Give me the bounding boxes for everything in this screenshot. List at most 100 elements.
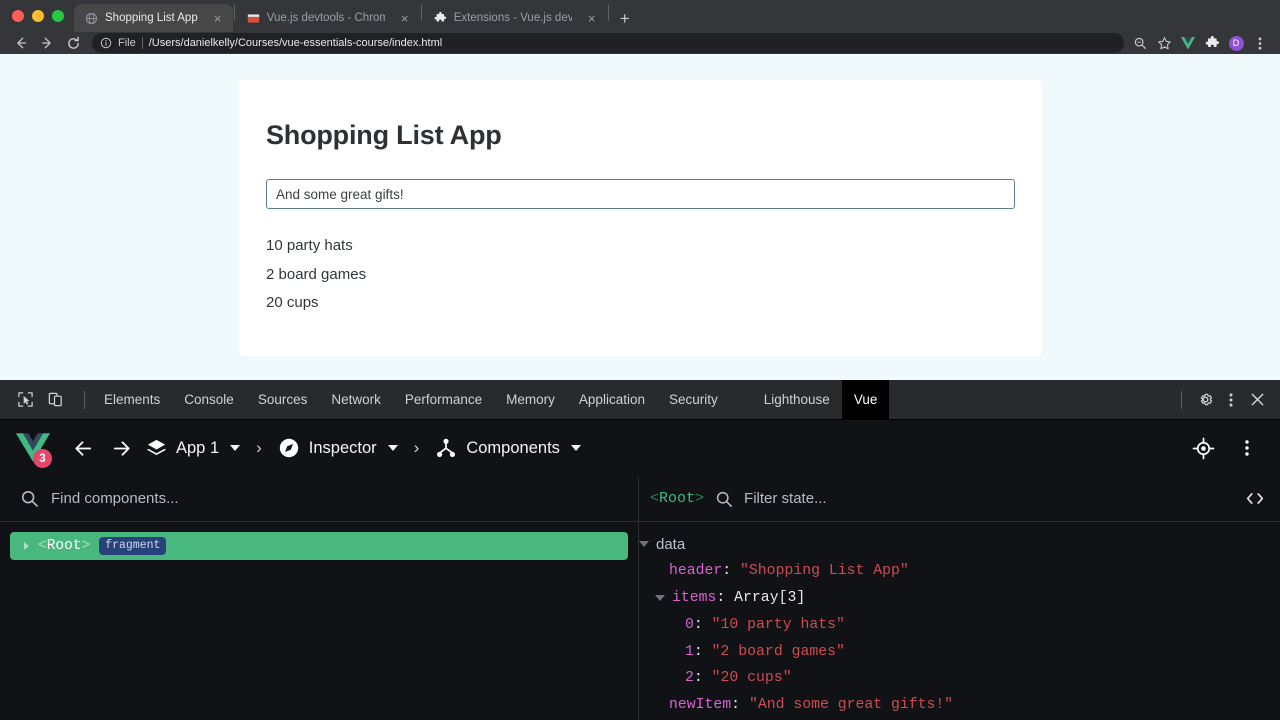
state-group-label: data [656, 535, 686, 553]
collapse-arrow-icon[interactable] [655, 594, 665, 601]
tab-elements[interactable]: Elements [92, 380, 172, 420]
collapse-arrow-icon[interactable] [639, 541, 649, 548]
devtools-tool-icons [0, 387, 77, 413]
vue-version-badge: 3 [33, 449, 52, 468]
compass-icon [278, 437, 300, 459]
close-tab-button[interactable]: × [585, 12, 599, 25]
device-toolbar-icon[interactable] [42, 387, 68, 413]
close-window-button[interactable] [12, 10, 24, 22]
vue-devtools-extension-icon[interactable] [1176, 32, 1200, 54]
browser-chrome: Shopping List App × Vue.js devtools - Ch… [0, 0, 1280, 54]
vue-toolbar-actions [1184, 429, 1266, 467]
forward-button[interactable] [34, 32, 60, 54]
omnibox-bar: File /Users/danielkelly/Courses/vue-esse… [0, 32, 1280, 54]
tab-lighthouse[interactable]: Lighthouse [752, 380, 842, 420]
address-bar[interactable]: File /Users/danielkelly/Courses/vue-esse… [92, 33, 1124, 53]
tab-application[interactable]: Application [567, 380, 657, 420]
breadcrumb-separator: › [256, 438, 262, 457]
settings-gear-icon[interactable] [1192, 387, 1218, 413]
zoom-search-icon[interactable] [1128, 32, 1152, 54]
chrome-menu-icon[interactable] [1248, 32, 1272, 54]
expand-arrow-icon[interactable] [24, 542, 29, 550]
tab-security[interactable]: Security [657, 380, 730, 420]
component-name: <Root> [38, 538, 90, 554]
bookmark-star-icon[interactable] [1152, 32, 1176, 54]
browser-tab-shopping-list-app[interactable]: Shopping List App × [74, 4, 233, 32]
close-devtools-icon[interactable] [1244, 387, 1270, 413]
state-inspector-header: <Root> Filter state... [639, 476, 1280, 522]
state-entry-item-1[interactable]: 1: "2 board games" [639, 638, 1280, 665]
select-component-target-icon[interactable] [1184, 429, 1222, 467]
state-group-data[interactable]: data [639, 531, 1280, 558]
selected-component-tag: <Root> [650, 490, 704, 507]
back-button[interactable] [8, 32, 34, 54]
open-angle: < [38, 538, 47, 554]
profile-avatar[interactable]: D [1224, 32, 1248, 54]
colon: : [693, 643, 712, 660]
find-components-search[interactable]: Find components... [0, 476, 638, 522]
filter-state-placeholder[interactable]: Filter state... [744, 490, 827, 507]
minimize-window-button[interactable] [32, 10, 44, 22]
tab-vue[interactable]: Vue [841, 379, 890, 420]
tab-strip: Shopping List App × Vue.js devtools - Ch… [0, 0, 1280, 32]
tab-console[interactable]: Console [172, 380, 246, 420]
state-key: newItem [669, 697, 732, 714]
state-entry-item-0[interactable]: 0: "10 party hats" [639, 611, 1280, 638]
window-controls [8, 0, 74, 32]
components-selector[interactable]: Components [429, 437, 587, 459]
toolbar-divider [84, 390, 85, 409]
maximize-window-button[interactable] [52, 10, 64, 22]
vue-forward-button[interactable] [102, 429, 140, 467]
new-tab-button[interactable]: + [620, 10, 630, 27]
app-selector[interactable]: App 1 [140, 438, 246, 459]
colon: : [731, 697, 749, 714]
close-tab-button[interactable]: × [398, 12, 412, 25]
devtools-right-actions [1171, 387, 1280, 413]
chevron-down-icon [570, 445, 581, 451]
tab-sources[interactable]: Sources [246, 380, 320, 420]
state-key: 1 [685, 643, 694, 660]
tab-memory[interactable]: Memory [494, 380, 567, 420]
chrome-store-icon [247, 12, 260, 25]
extensions-puzzle-icon[interactable] [1200, 32, 1224, 54]
component-tree-pane: Find components... <Root> fragment [0, 476, 639, 720]
colon: : [722, 563, 741, 580]
component-tree-icon [435, 437, 457, 459]
tab-network[interactable]: Network [319, 380, 393, 420]
more-options-icon[interactable] [1218, 387, 1244, 413]
inspect-element-icon[interactable] [12, 387, 38, 413]
component-tree-row-root[interactable]: <Root> fragment [10, 532, 628, 560]
state-value: Array[3] [734, 589, 806, 606]
chevron-down-icon [387, 445, 398, 451]
vue-devtools-toolbar: 3 App 1 › Inspector › Components [0, 420, 1280, 476]
reload-button[interactable] [60, 32, 86, 54]
inspector-selector[interactable]: Inspector [272, 437, 404, 459]
new-item-input[interactable] [266, 179, 1015, 209]
state-entry-item-2[interactable]: 2: "20 cups" [639, 665, 1280, 692]
close-tab-button[interactable]: × [211, 12, 225, 25]
url-text: /Users/danielkelly/Courses/vue-essential… [148, 37, 443, 49]
state-entry-header[interactable]: header: "Shopping List App" [639, 558, 1280, 585]
state-value: "10 party hats" [711, 616, 845, 633]
find-components-placeholder: Find components... [51, 490, 179, 507]
browser-tab-extensions[interactable]: Extensions - Vue.js devtools × [423, 4, 607, 32]
search-icon [715, 490, 733, 508]
colon: : [693, 616, 712, 633]
url-scheme-label: File [118, 37, 136, 49]
state-entry-newitem[interactable]: newItem: "And some great gifts!" [639, 692, 1280, 719]
angle-brackets-icon[interactable] [1244, 491, 1266, 506]
browser-tab-vue-devtools-web-store[interactable]: Vue.js devtools - Chrome Web × [236, 4, 420, 32]
colon: : [716, 589, 735, 606]
tab-performance[interactable]: Performance [393, 380, 494, 420]
more-options-icon[interactable] [1228, 429, 1266, 467]
list-item: 20 cups [266, 294, 319, 311]
info-circle-icon[interactable] [100, 37, 112, 49]
state-tree: data header: "Shopping List App" items: … [639, 522, 1280, 720]
tab-divider [607, 5, 609, 21]
state-entry-items[interactable]: items: Array[3] [639, 585, 1280, 612]
state-value: "Shopping List App" [740, 563, 909, 580]
vue-back-button[interactable] [64, 429, 102, 467]
vue-logo: 3 [14, 431, 52, 468]
close-angle: > [695, 490, 705, 507]
devtools-panel: Elements Console Sources Network Perform… [0, 379, 1280, 720]
